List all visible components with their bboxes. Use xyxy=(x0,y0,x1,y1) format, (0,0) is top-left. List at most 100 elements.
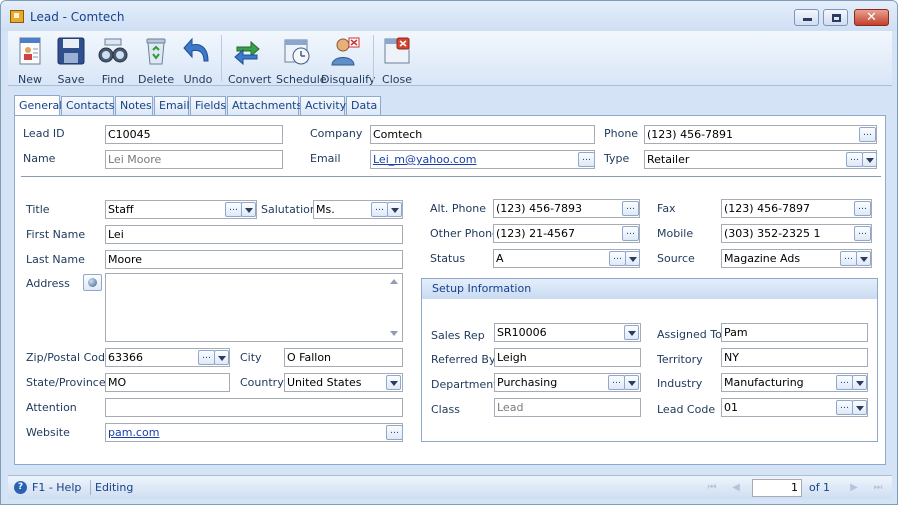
salutation-dropdown-button[interactable] xyxy=(387,202,402,217)
save-button-label: Save xyxy=(57,73,85,86)
city-field[interactable]: O Fallon xyxy=(284,348,403,367)
mobile-label: Mobile xyxy=(657,227,694,240)
save-button[interactable]: Save xyxy=(54,33,88,86)
phone-label: Phone xyxy=(604,127,639,140)
email-field[interactable]: Lei_m@yahoo.com xyxy=(370,150,595,169)
first-page-icon[interactable]: ⏮ xyxy=(704,481,720,495)
sales-rep-dropdown-button[interactable] xyxy=(624,325,639,340)
fax-label: Fax xyxy=(657,202,676,215)
first-name-field[interactable]: Lei xyxy=(105,225,403,244)
undo-button-label: Undo xyxy=(183,73,213,86)
assigned-to-field[interactable]: Pam xyxy=(721,323,868,342)
lead-id-label: Lead ID xyxy=(23,127,65,140)
other-phone-ellipsis-button[interactable]: … xyxy=(622,226,639,241)
last-name-field[interactable]: Moore xyxy=(105,250,403,269)
name-field[interactable]: Lei Moore xyxy=(105,150,283,169)
phone-field[interactable]: (123) 456-7891 xyxy=(644,125,877,144)
previous-page-icon[interactable]: ◀ xyxy=(728,481,744,495)
window-title: Lead - Comtech xyxy=(30,10,125,24)
state-field[interactable]: MO xyxy=(105,373,230,392)
territory-field[interactable]: NY xyxy=(721,348,868,367)
website-field[interactable]: pam.com xyxy=(105,423,403,442)
salutation-ellipsis-button[interactable]: … xyxy=(371,202,388,217)
industry-ellipsis-button[interactable]: … xyxy=(836,375,853,390)
industry-dropdown-button[interactable] xyxy=(852,375,867,390)
schedule-button[interactable]: Schedule xyxy=(276,33,327,86)
tab-contacts[interactable]: Contacts xyxy=(61,96,115,115)
phone-ellipsis-button[interactable]: … xyxy=(859,127,876,142)
mobile-field[interactable]: (303) 352-2325 1 xyxy=(721,224,872,243)
fax-ellipsis-button[interactable]: … xyxy=(854,201,871,216)
next-page-icon[interactable]: ▶ xyxy=(846,481,862,495)
fax-field[interactable]: (123) 456-7897 xyxy=(721,199,872,218)
delete-button[interactable]: Delete xyxy=(138,33,174,86)
address-scrollbar[interactable] xyxy=(387,274,402,341)
email-ellipsis-button[interactable]: … xyxy=(578,152,595,167)
department-ellipsis-button[interactable]: … xyxy=(608,375,625,390)
sales-rep-field[interactable]: SR10006 xyxy=(494,323,641,342)
new-button[interactable]: New xyxy=(13,33,47,86)
class-label: Class xyxy=(431,403,460,416)
undo-button[interactable]: Undo xyxy=(181,33,215,86)
website-ellipsis-button[interactable]: … xyxy=(386,425,403,440)
attention-field[interactable] xyxy=(105,398,403,417)
tab-data[interactable]: Data xyxy=(346,96,381,115)
address-field[interactable] xyxy=(105,273,403,342)
status-ellipsis-button[interactable]: … xyxy=(609,251,626,266)
disqualify-button[interactable]: Disqualify xyxy=(321,33,375,86)
status-label: Status xyxy=(430,252,466,265)
source-ellipsis-button[interactable]: … xyxy=(840,251,857,266)
type-ellipsis-button[interactable]: … xyxy=(846,152,863,167)
mobile-ellipsis-button[interactable]: … xyxy=(854,226,871,241)
alt-phone-field[interactable]: (123) 456-7893 xyxy=(493,199,640,218)
maximize-button[interactable] xyxy=(823,9,848,26)
mode-text: Editing xyxy=(95,481,134,494)
find-button[interactable]: Find xyxy=(96,33,130,86)
zip-dropdown-button[interactable] xyxy=(214,350,229,365)
scroll-up-icon[interactable] xyxy=(390,279,398,284)
save-icon xyxy=(57,37,85,65)
country-dropdown-button[interactable] xyxy=(386,375,401,390)
territory-label: Territory xyxy=(657,353,703,366)
type-dropdown-button[interactable] xyxy=(862,152,877,167)
lead-code-dropdown-button[interactable] xyxy=(852,400,867,415)
lead-id-field[interactable]: C10045 xyxy=(105,125,283,144)
title-dropdown-button[interactable] xyxy=(241,202,256,217)
salutation-label: Salutation xyxy=(261,203,317,216)
minimize-button[interactable] xyxy=(794,9,819,26)
tab-fields[interactable]: Fields xyxy=(190,96,226,115)
department-dropdown-button[interactable] xyxy=(624,375,639,390)
disqualify-user-icon xyxy=(331,37,360,66)
status-dropdown-button[interactable] xyxy=(625,251,640,266)
schedule-calendar-icon xyxy=(284,39,310,65)
toolbar-separator xyxy=(373,35,374,81)
alt-phone-label: Alt. Phone xyxy=(430,202,486,215)
globe-map-icon[interactable] xyxy=(83,274,102,291)
help-icon[interactable]: ? xyxy=(14,481,27,494)
email-label: Email xyxy=(310,152,341,165)
type-field[interactable]: Retailer xyxy=(644,150,877,169)
close-window-button[interactable]: ✕ xyxy=(854,9,889,26)
referred-by-field[interactable]: Leigh xyxy=(494,348,641,367)
help-text[interactable]: F1 - Help xyxy=(32,481,81,494)
company-field[interactable]: Comtech xyxy=(370,125,595,144)
close-button[interactable]: Close xyxy=(380,33,414,86)
scroll-down-icon[interactable] xyxy=(390,331,398,336)
zip-ellipsis-button[interactable]: … xyxy=(198,350,215,365)
tab-notes[interactable]: Notes xyxy=(115,96,153,115)
tab-attachments[interactable]: Attachments xyxy=(227,96,302,115)
tab-email[interactable]: Email xyxy=(154,96,190,115)
tab-activity[interactable]: Activity xyxy=(300,96,346,115)
find-button-label: Find xyxy=(101,73,125,86)
tab-general[interactable]: General xyxy=(14,95,62,115)
title-ellipsis-button[interactable]: … xyxy=(225,202,242,217)
last-page-icon[interactable]: ⏭ xyxy=(870,481,886,495)
source-dropdown-button[interactable] xyxy=(856,251,871,266)
lead-code-ellipsis-button[interactable]: … xyxy=(836,400,853,415)
new-document-icon xyxy=(19,37,41,65)
page-number-input[interactable]: 1 xyxy=(752,479,802,497)
class-field[interactable]: Lead xyxy=(494,398,641,417)
alt-phone-ellipsis-button[interactable]: … xyxy=(622,201,639,216)
convert-button[interactable]: Convert xyxy=(228,33,272,86)
other-phone-field[interactable]: (123) 21-4567 xyxy=(493,224,640,243)
